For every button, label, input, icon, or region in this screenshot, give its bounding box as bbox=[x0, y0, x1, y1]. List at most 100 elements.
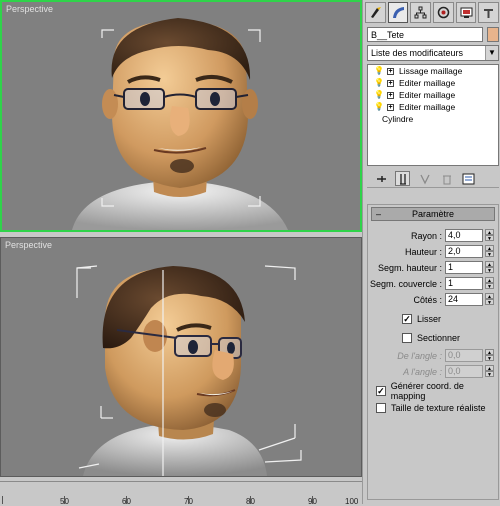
motion-tab[interactable] bbox=[433, 2, 454, 23]
stack-base-object[interactable]: Cylindre bbox=[368, 113, 498, 125]
chevron-down-icon[interactable]: ▼ bbox=[485, 46, 498, 60]
segm-couvercle-label: Segm. couvercle : bbox=[369, 279, 442, 289]
rollout-header[interactable]: – Paramètre bbox=[371, 207, 495, 221]
object-color-swatch[interactable] bbox=[487, 27, 499, 42]
stack-item-label: Lissage maillage bbox=[399, 66, 463, 76]
hauteur-field[interactable]: 2,0 bbox=[445, 245, 483, 258]
sectionner-checkbox-row[interactable]: Sectionner bbox=[402, 331, 460, 344]
rayon-field[interactable]: 4,0 bbox=[445, 229, 483, 242]
a-angle-field[interactable]: 0,0 bbox=[445, 365, 483, 378]
utilities-icon bbox=[484, 9, 494, 18]
ruler-label: 50 bbox=[60, 497, 69, 506]
object-name-field[interactable]: B__Tete bbox=[367, 27, 483, 42]
modify-icon bbox=[392, 7, 404, 18]
hierarchy-tab[interactable] bbox=[410, 2, 432, 23]
display-tab[interactable] bbox=[455, 2, 477, 23]
segm-couvercle-field[interactable]: 1 bbox=[445, 277, 483, 290]
create-tab[interactable] bbox=[365, 2, 386, 23]
texture-label: Taille de texture réaliste bbox=[391, 402, 486, 413]
hauteur-row: Hauteur : 2,0 ▲ ▼ bbox=[368, 245, 500, 259]
texture-checkbox[interactable] bbox=[376, 402, 386, 413]
viewport-top-perspective[interactable]: Perspective bbox=[0, 0, 362, 232]
de-angle-field[interactable]: 0,0 bbox=[445, 349, 483, 362]
stack-base-label: Cylindre bbox=[382, 114, 414, 124]
create-icon bbox=[370, 7, 381, 18]
stack-item[interactable]: 💡 + Editer maillage bbox=[368, 77, 498, 89]
lisser-label: Lisser bbox=[417, 313, 442, 324]
hauteur-label: Hauteur : bbox=[404, 247, 442, 257]
command-panel-tabs bbox=[365, 2, 500, 24]
command-panel: B__Tete Liste des modificateurs ▼ 💡 + Li… bbox=[362, 0, 500, 504]
stack-item[interactable]: 💡 + Lissage maillage bbox=[368, 65, 498, 77]
ruler-label: 70 bbox=[184, 497, 193, 506]
a-angle-spinner[interactable]: ▲ ▼ bbox=[485, 365, 494, 378]
lightbulb-icon[interactable]: 💡 bbox=[374, 101, 384, 113]
collapse-minus-icon[interactable]: – bbox=[376, 208, 381, 220]
cotes-field[interactable]: 24 bbox=[445, 293, 483, 306]
rayon-spinner[interactable]: ▲ ▼ bbox=[485, 229, 494, 242]
modifier-list-label: Liste des modificateurs bbox=[371, 48, 464, 58]
timeline-ruler[interactable]: 50 60 70 80 90 100 bbox=[0, 481, 362, 506]
lightbulb-icon[interactable]: 💡 bbox=[374, 77, 384, 89]
generer-label: Générer coord. de mapping bbox=[390, 380, 464, 401]
de-angle-row: De l'angle : 0,0 ▲ ▼ bbox=[368, 349, 500, 363]
stack-item-label: Editer maillage bbox=[399, 102, 456, 112]
configure-modifier-sets-icon[interactable] bbox=[461, 171, 476, 186]
rollout-title: Paramètre bbox=[411, 209, 455, 219]
display-icon bbox=[460, 7, 473, 18]
a-angle-row: A l'angle : 0,0 ▲ ▼ bbox=[368, 365, 500, 379]
ruler-label: 80 bbox=[246, 497, 255, 506]
stack-item-label: Editer maillage bbox=[399, 90, 456, 100]
rayon-label: Rayon : bbox=[410, 231, 442, 241]
utilities-tab[interactable] bbox=[478, 2, 500, 23]
stack-item[interactable]: 💡 + Editer maillage bbox=[368, 101, 498, 113]
ruler-label: 100 bbox=[345, 497, 359, 506]
lisser-checkbox-row[interactable]: ✓ Lisser bbox=[402, 312, 441, 325]
motion-icon bbox=[437, 6, 450, 19]
stack-item-label: Editer maillage bbox=[399, 78, 456, 88]
character-head-render bbox=[76, 265, 302, 476]
viewport-bottom-perspective[interactable]: Perspective bbox=[0, 237, 362, 477]
expand-plus-icon[interactable]: + bbox=[387, 79, 394, 87]
ruler-label: 90 bbox=[308, 497, 317, 506]
modifier-stack[interactable]: 💡 + Lissage maillage 💡 + Editer maillage… bbox=[367, 64, 499, 166]
expand-plus-icon[interactable]: + bbox=[387, 91, 394, 99]
lightbulb-icon[interactable]: 💡 bbox=[374, 89, 384, 101]
cotes-label: Côtés : bbox=[413, 295, 442, 305]
character-head-render bbox=[72, 18, 288, 230]
hauteur-spinner[interactable]: ▲ ▼ bbox=[485, 245, 494, 258]
rayon-row: Rayon : 4,0 ▲ ▼ bbox=[368, 229, 500, 243]
viewport-label[interactable]: Perspective bbox=[5, 240, 52, 250]
de-angle-spinner[interactable]: ▲ ▼ bbox=[485, 349, 494, 362]
make-unique-icon[interactable] bbox=[417, 171, 432, 186]
cotes-spinner[interactable]: ▲ ▼ bbox=[485, 293, 494, 306]
ruler-tick bbox=[2, 496, 3, 504]
lightbulb-icon[interactable]: 💡 bbox=[374, 65, 384, 77]
modify-tab[interactable] bbox=[387, 2, 409, 23]
hierarchy-icon bbox=[414, 6, 427, 19]
expand-plus-icon[interactable]: + bbox=[387, 103, 394, 111]
stack-item[interactable]: 💡 + Editer maillage bbox=[368, 89, 498, 101]
ruler-label: 60 bbox=[122, 497, 131, 506]
viewport-label[interactable]: Perspective bbox=[6, 4, 53, 14]
cotes-row: Côtés : 24 ▲ ▼ bbox=[368, 293, 500, 307]
stack-toolbar bbox=[367, 170, 499, 188]
remove-modifier-icon[interactable] bbox=[439, 171, 454, 186]
show-end-result-icon[interactable] bbox=[395, 171, 410, 186]
segm-hauteur-spinner[interactable]: ▲ ▼ bbox=[485, 261, 494, 274]
segm-couvercle-spinner[interactable]: ▲ ▼ bbox=[485, 277, 494, 290]
segm-hauteur-row: Segm. hauteur : 1 ▲ ▼ bbox=[368, 261, 500, 275]
modifier-list-dropdown[interactable]: Liste des modificateurs ▼ bbox=[367, 45, 499, 61]
generer-checkbox-row[interactable]: ✓ Générer coord. de mapping bbox=[376, 381, 498, 401]
sectionner-checkbox[interactable] bbox=[402, 332, 412, 343]
texture-checkbox-row[interactable]: Taille de texture réaliste bbox=[376, 401, 486, 414]
a-angle-label: A l'angle : bbox=[403, 367, 442, 377]
segm-hauteur-field[interactable]: 1 bbox=[445, 261, 483, 274]
expand-plus-icon[interactable]: + bbox=[387, 67, 394, 75]
lisser-checkbox[interactable]: ✓ bbox=[402, 313, 412, 324]
generer-checkbox[interactable]: ✓ bbox=[376, 385, 386, 396]
segm-couvercle-row: Segm. couvercle : 1 ▲ ▼ bbox=[368, 277, 500, 291]
pin-stack-icon[interactable] bbox=[373, 171, 388, 186]
segm-hauteur-label: Segm. hauteur : bbox=[377, 263, 442, 273]
sectionner-label: Sectionner bbox=[417, 332, 461, 343]
